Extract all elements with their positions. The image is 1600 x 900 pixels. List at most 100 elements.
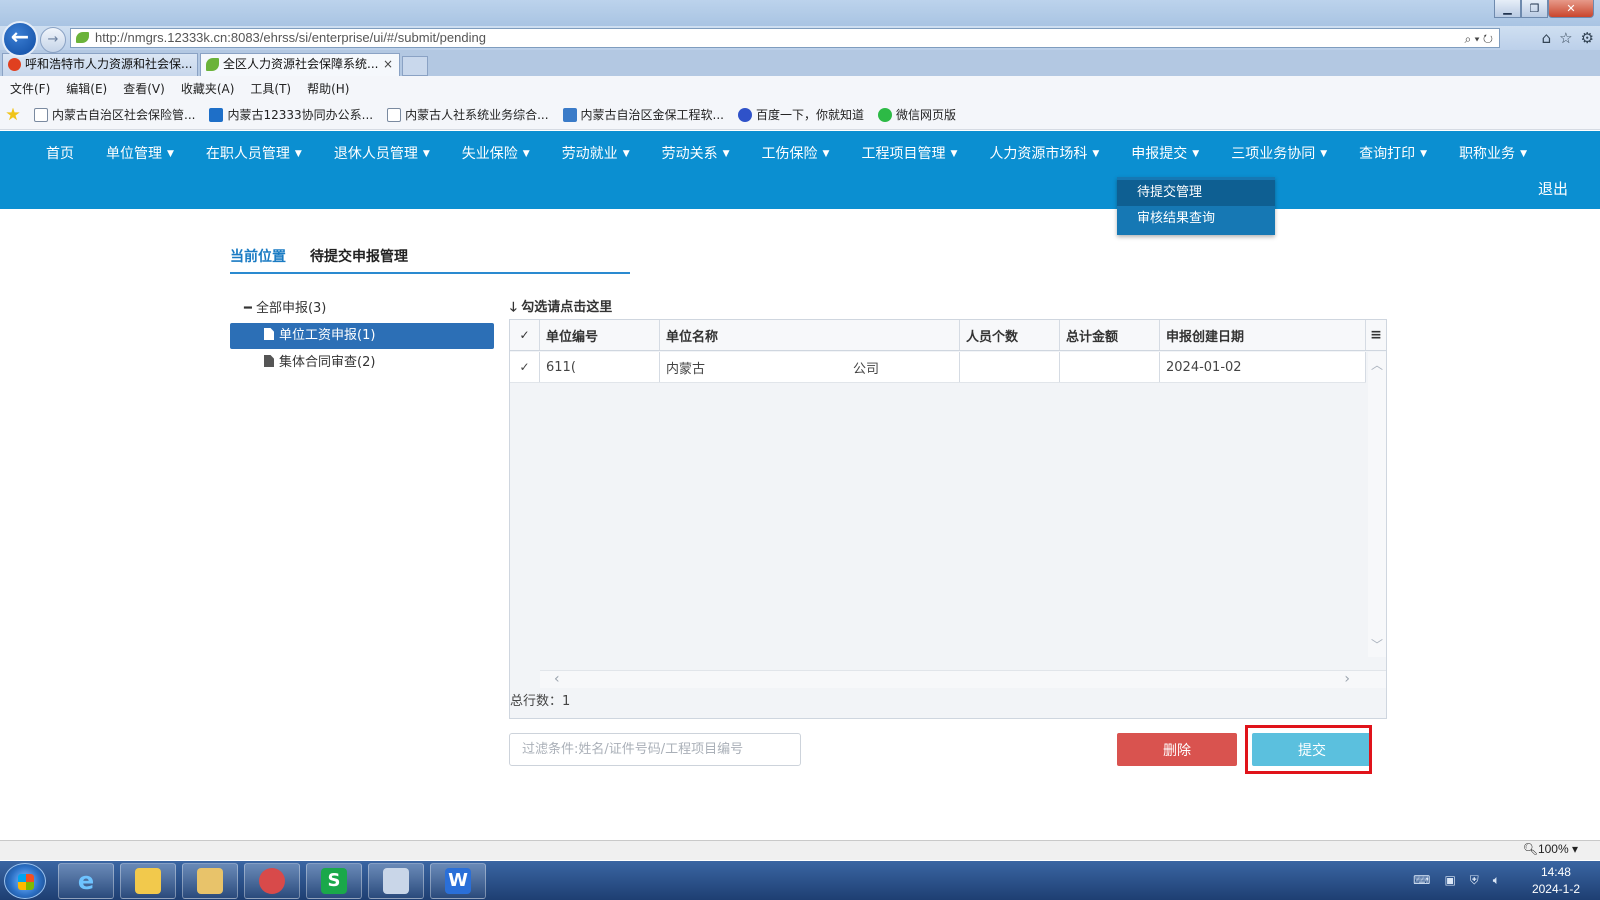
tab-close-icon[interactable]: × <box>383 54 393 75</box>
zoom-control[interactable]: 🔍︎100% ▾ <box>1523 842 1578 856</box>
favorite-link[interactable]: 内蒙古自治区金保工程软... <box>562 106 724 123</box>
favorite-link[interactable]: 内蒙古人社系统业务综合... <box>387 106 549 123</box>
nav-employment[interactable]: 劳动就业 ▼ <box>546 143 646 163</box>
cell-unit-name: 内蒙古 公司 <box>660 352 960 382</box>
browser-tab-1[interactable]: 呼和浩特市人力资源和社会保... <box>2 53 198 76</box>
horizontal-scrollbar[interactable]: ‹ › <box>540 670 1386 688</box>
cell-total-amount <box>1060 352 1160 382</box>
nav-hr-market[interactable]: 人力资源市场科 ▼ <box>973 143 1115 163</box>
windows-logo-icon <box>18 874 34 890</box>
favorites-star-icon[interactable]: ☆ <box>1559 29 1572 47</box>
column-header[interactable]: 单位编号 <box>540 320 660 350</box>
page-title: 待提交申报管理 <box>310 249 408 265</box>
keyboard-icon[interactable]: ⌨ <box>1413 873 1430 888</box>
restore-icon[interactable]: ❐ <box>1521 0 1548 18</box>
declaration-grid: ✓ 单位编号 单位名称 人员个数 总计金额 申报创建日期 ≡ ✓ 611( 内蒙… <box>509 319 1387 719</box>
nav-retiree-management[interactable]: 退休人员管理 ▼ <box>318 143 446 163</box>
home-icon[interactable]: ⌂ <box>1542 29 1552 47</box>
nav-unit-management[interactable]: 单位管理 ▼ <box>90 143 190 163</box>
zoom-level: 100% <box>1537 842 1569 856</box>
tree-node-contract-review[interactable]: 集体合同审查(2) <box>230 350 494 376</box>
menu-help[interactable]: 帮助(H) <box>307 80 349 97</box>
cell-unit-code: 611( <box>540 352 660 382</box>
close-window-icon[interactable]: ✕ <box>1548 0 1594 18</box>
favorite-link[interactable]: 微信网页版 <box>878 106 956 123</box>
column-menu-icon[interactable]: ≡ <box>1366 320 1386 350</box>
dropdown-item-review-results[interactable]: 审核结果查询 <box>1117 206 1275 232</box>
menu-edit[interactable]: 编辑(E) <box>66 80 107 97</box>
browser-titlebar: ▁ ❐ ✕ <box>0 0 1600 26</box>
browser-tab-2[interactable]: 全区人力资源社会保障系统... × <box>200 53 400 76</box>
main-nav: 首页 单位管理 ▼ 在职人员管理 ▼ 退休人员管理 ▼ 失业保险 ▼ 劳动就业 ▼ 劳动关… <box>30 131 1543 175</box>
new-tab-button[interactable] <box>402 56 428 76</box>
menu-file[interactable]: 文件(F) <box>10 80 50 97</box>
menu-tools[interactable]: 工具(T) <box>250 80 291 97</box>
nav-unemployment-insurance[interactable]: 失业保险 ▼ <box>446 143 546 163</box>
taskbar-wps-writer[interactable]: W <box>430 863 486 899</box>
gear-icon[interactable]: ⚙ <box>1581 29 1594 47</box>
tree-root[interactable]: ━ 全部申报(3) <box>230 296 494 322</box>
favorites-bar: 内蒙古自治区社会保险管... 内蒙古12333协同办公系... 内蒙古人社系统业… <box>0 100 1600 130</box>
logout-link[interactable]: 退出 <box>1538 178 1568 199</box>
favorite-link[interactable]: 内蒙古12333协同办公系... <box>209 106 373 123</box>
nav-labor-relations[interactable]: 劳动关系 ▼ <box>646 143 746 163</box>
nav-collaboration[interactable]: 三项业务协同 ▼ <box>1215 143 1343 163</box>
vertical-scrollbar[interactable]: ︿ ﹀ <box>1368 352 1386 657</box>
column-header[interactable]: 单位名称 <box>660 320 960 350</box>
caret-down-icon: ▼ <box>722 149 730 159</box>
taskbar-app[interactable] <box>244 863 300 899</box>
collapse-icon[interactable]: ━ <box>244 301 256 316</box>
nav-query-print[interactable]: 查询打印 ▼ <box>1343 143 1443 163</box>
column-header[interactable]: 人员个数 <box>960 320 1060 350</box>
tree-node-wage-declaration[interactable]: 单位工资申报(1) <box>230 323 494 349</box>
paint-icon <box>383 868 409 894</box>
menu-favorites[interactable]: 收藏夹(A) <box>181 80 235 97</box>
favorites-star-icon[interactable] <box>6 107 20 122</box>
windows-taskbar: e S W ⌨ ▣ ⛨ 🔈︎ 14:48 2024-1-2 <box>0 861 1600 900</box>
select-all-checkbox[interactable]: ✓ <box>510 320 540 350</box>
nav-employee-management[interactable]: 在职人员管理 ▼ <box>190 143 318 163</box>
minimize-icon[interactable]: ▁ <box>1494 0 1521 18</box>
dropdown-item-pending[interactable]: 待提交管理 <box>1117 180 1275 206</box>
select-hint[interactable]: 🡓 勾选请点击这里 <box>510 296 612 320</box>
submit-button[interactable]: 提交 <box>1252 733 1372 766</box>
scroll-down-icon[interactable]: ﹀ <box>1371 636 1383 653</box>
volume-icon[interactable]: 🔈︎ <box>1493 873 1500 888</box>
tab-favicon-icon <box>206 58 219 71</box>
url-input[interactable]: http://nmgrs.12333k.cn:8083/ehrss/si/ent… <box>70 28 1500 48</box>
row-checkbox[interactable]: ✓ <box>510 352 540 382</box>
favorite-link[interactable]: 百度一下，你就知道 <box>737 106 864 123</box>
network-icon[interactable]: ▣ <box>1444 873 1455 888</box>
menu-view[interactable]: 查看(V) <box>123 80 165 97</box>
taskbar-app[interactable] <box>120 863 176 899</box>
search-refresh-icons[interactable]: ⌕ ▾ ↻ <box>1464 30 1493 48</box>
scroll-right-icon[interactable]: › <box>1344 671 1350 687</box>
caret-down-icon: ▼ <box>1092 149 1100 159</box>
nav-declaration-submit[interactable]: 申报提交 ▼ <box>1115 143 1215 163</box>
delete-button[interactable]: 删除 <box>1117 733 1237 766</box>
shield-icon[interactable]: ⛨ <box>1470 873 1479 888</box>
scroll-left-icon[interactable]: ‹ <box>554 671 560 687</box>
start-button[interactable] <box>4 863 46 899</box>
taskbar-explorer[interactable] <box>182 863 238 899</box>
filter-input[interactable] <box>509 733 801 766</box>
back-button[interactable]: ← <box>2 21 38 57</box>
nav-work-injury[interactable]: 工伤保险 ▼ <box>746 143 846 163</box>
table-row[interactable]: ✓ 611( 内蒙古 公司 2024-01-02 <box>510 352 1366 383</box>
column-header[interactable]: 总计金额 <box>1060 320 1160 350</box>
column-header[interactable]: 申报创建日期 <box>1160 320 1366 350</box>
page-icon <box>34 107 48 122</box>
taskbar-paint[interactable] <box>368 863 424 899</box>
nav-title-business[interactable]: 职称业务 ▼ <box>1443 143 1543 163</box>
caret-down-icon: ▼ <box>1520 149 1527 159</box>
clock[interactable]: 14:48 2024-1-2 <box>1532 864 1580 898</box>
browser-tabbar: 呼和浩特市人力资源和社会保... 全区人力资源社会保障系统... × <box>0 50 1600 76</box>
scroll-up-icon[interactable]: ︿ <box>1371 356 1383 373</box>
nav-home[interactable]: 首页 <box>30 143 90 163</box>
site-favicon-icon <box>76 32 89 43</box>
forward-button[interactable]: → <box>40 27 66 53</box>
taskbar-ie[interactable]: e <box>58 863 114 899</box>
taskbar-wps-sheet[interactable]: S <box>306 863 362 899</box>
nav-project-management[interactable]: 工程项目管理 ▼ <box>845 143 973 163</box>
favorite-link[interactable]: 内蒙古自治区社会保险管... <box>34 106 195 123</box>
